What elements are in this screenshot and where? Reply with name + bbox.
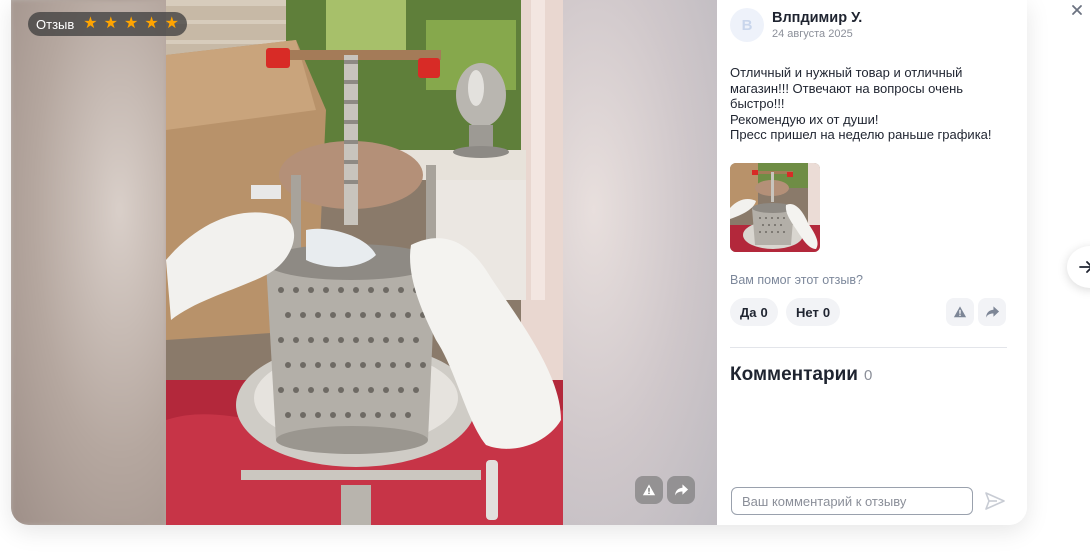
review-photo[interactable] [166, 0, 563, 525]
review-rating-badge: Отзыв ★ ★ ★ ★ ★ [28, 12, 187, 36]
star-icon: ★ [83, 15, 98, 32]
comment-input[interactable] [731, 487, 973, 515]
review-badge-label: Отзыв [36, 16, 75, 32]
warning-icon [953, 306, 967, 318]
star-icon: ★ [103, 15, 118, 32]
review-modal: Отзыв ★ ★ ★ ★ ★ В Влпдимир У. 24 августа… [11, 0, 1027, 525]
vote-yes-button[interactable]: Да 0 [730, 298, 778, 326]
avatar: В [730, 8, 764, 42]
comments-title: Комментарии [730, 364, 858, 385]
media-actions [635, 476, 695, 504]
review-text: Отличный и нужный товар и отличный магаз… [730, 65, 992, 143]
comments-heading: Комментарии 0 [730, 364, 872, 386]
review-actions [946, 298, 1006, 326]
star-icon: ★ [164, 15, 179, 32]
next-review-button[interactable] [1067, 246, 1090, 288]
send-comment-button[interactable] [981, 487, 1009, 515]
divider [730, 347, 1007, 348]
review-author: В Влпдимир У. 24 августа 2025 [730, 8, 862, 42]
arrow-right-icon [1079, 261, 1090, 273]
photo-blur-right [563, 0, 717, 525]
share-icon [985, 306, 999, 318]
review-date: 24 августа 2025 [772, 28, 853, 40]
photo-blur-left [11, 0, 166, 525]
send-icon [985, 492, 1005, 510]
share-review-button[interactable] [978, 298, 1006, 326]
star-icon: ★ [123, 15, 139, 32]
vote-yes-label: Да [740, 304, 757, 320]
author-name[interactable]: Влпдимир У. [772, 10, 862, 26]
comments-count: 0 [863, 367, 873, 384]
warning-icon [642, 484, 656, 496]
report-photo-button[interactable] [635, 476, 663, 504]
share-icon [674, 484, 688, 496]
media-viewer: Отзыв ★ ★ ★ ★ ★ [11, 0, 717, 525]
vote-no-button[interactable]: Нет 0 [786, 298, 841, 326]
vote-no-label: Нет [796, 304, 819, 320]
share-photo-button[interactable] [667, 476, 695, 504]
close-icon [1072, 5, 1082, 15]
star-icon: ★ [144, 15, 159, 32]
close-button[interactable] [1064, 0, 1090, 22]
helpful-question: Вам помог этот отзыв? [730, 273, 863, 287]
vote-yes-count: 0 [760, 304, 768, 320]
review-details-panel: В Влпдимир У. 24 августа 2025 Отличный и… [717, 0, 1027, 525]
review-photo-thumbnail[interactable] [730, 163, 820, 252]
report-review-button[interactable] [946, 298, 974, 326]
vote-no-count: 0 [822, 304, 831, 320]
